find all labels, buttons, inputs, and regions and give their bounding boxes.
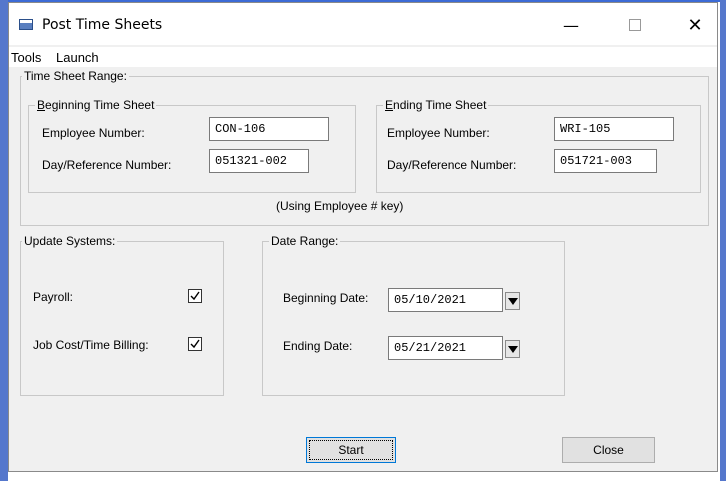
app-window-icon (19, 19, 33, 30)
payroll-checkbox[interactable] (188, 289, 202, 303)
time-sheet-range-title: Time Sheet Range: (22, 69, 129, 83)
ending-date-label: Ending Date: (283, 339, 353, 353)
begin-employee-number-input[interactable]: CON-106 (209, 117, 329, 141)
screen-frame-right (720, 0, 726, 481)
job-cost-checkbox[interactable] (188, 337, 202, 351)
begin-dayref-input[interactable]: 051321-002 (209, 149, 309, 173)
close-button[interactable]: Close (562, 437, 655, 463)
checkmark-icon (190, 339, 200, 349)
end-dayref-input[interactable]: 051721-003 (554, 149, 657, 173)
update-systems-group: Update Systems: Payroll: Job Cost/Time B… (20, 234, 224, 396)
begin-employee-label: Employee Number: (42, 126, 145, 140)
start-button[interactable]: Start (306, 437, 396, 463)
menu-launch[interactable]: Launch (56, 50, 99, 65)
end-employee-label: Employee Number: (387, 126, 490, 140)
job-cost-label: Job Cost/Time Billing: (33, 338, 149, 352)
end-employee-number-input[interactable]: WRI-105 (554, 117, 674, 141)
end-dayref-label: Day/Reference Number: (387, 158, 517, 172)
update-systems-title: Update Systems: (22, 234, 118, 248)
maximize-button[interactable] (613, 11, 657, 39)
checkmark-icon (190, 291, 200, 301)
title-bar: Post Time Sheets — ✕ (9, 3, 717, 45)
close-button-label: Close (593, 443, 624, 457)
date-range-group: Date Range: Beginning Date: 05/10/2021 E… (262, 234, 565, 396)
dropdown-arrow-icon (508, 298, 518, 305)
window-title: Post Time Sheets (42, 17, 163, 33)
close-window-button[interactable]: ✕ (673, 11, 717, 39)
post-time-sheets-window: Post Time Sheets — ✕ Tools Launch Time S… (8, 2, 718, 472)
minimize-button[interactable]: — (549, 11, 593, 39)
payroll-label: Payroll: (33, 290, 74, 304)
ending-date-input[interactable]: 05/21/2021 (388, 336, 503, 360)
beginning-date-input[interactable]: 05/10/2021 (388, 288, 503, 312)
screen-frame-left (0, 0, 8, 481)
date-range-title: Date Range: (269, 234, 341, 248)
maximize-icon (629, 19, 641, 31)
menu-tools[interactable]: Tools (11, 50, 41, 65)
ending-time-sheet-group: Ending Time Sheet Employee Number: WRI-1… (376, 98, 701, 193)
ending-time-sheet-title: Ending Time Sheet (383, 98, 489, 112)
beginning-date-label: Beginning Date: (283, 291, 369, 305)
beginning-time-sheet-group: Beginning Time Sheet Employee Number: CO… (28, 98, 356, 193)
time-sheet-range-group: Time Sheet Range: Beginning Time Sheet E… (20, 69, 709, 226)
begin-dayref-label: Day/Reference Number: (42, 158, 172, 172)
beginning-time-sheet-title: Beginning Time Sheet (35, 98, 157, 112)
focus-rectangle (309, 440, 393, 460)
dropdown-arrow-icon (508, 346, 518, 353)
menu-bar: Tools Launch (9, 47, 717, 67)
beginning-date-dropdown-button[interactable] (505, 292, 520, 310)
ending-date-dropdown-button[interactable] (505, 340, 520, 358)
minimize-icon: — (563, 15, 579, 35)
employee-key-note: (Using Employee # key) (276, 199, 404, 213)
close-icon: ✕ (687, 14, 703, 36)
